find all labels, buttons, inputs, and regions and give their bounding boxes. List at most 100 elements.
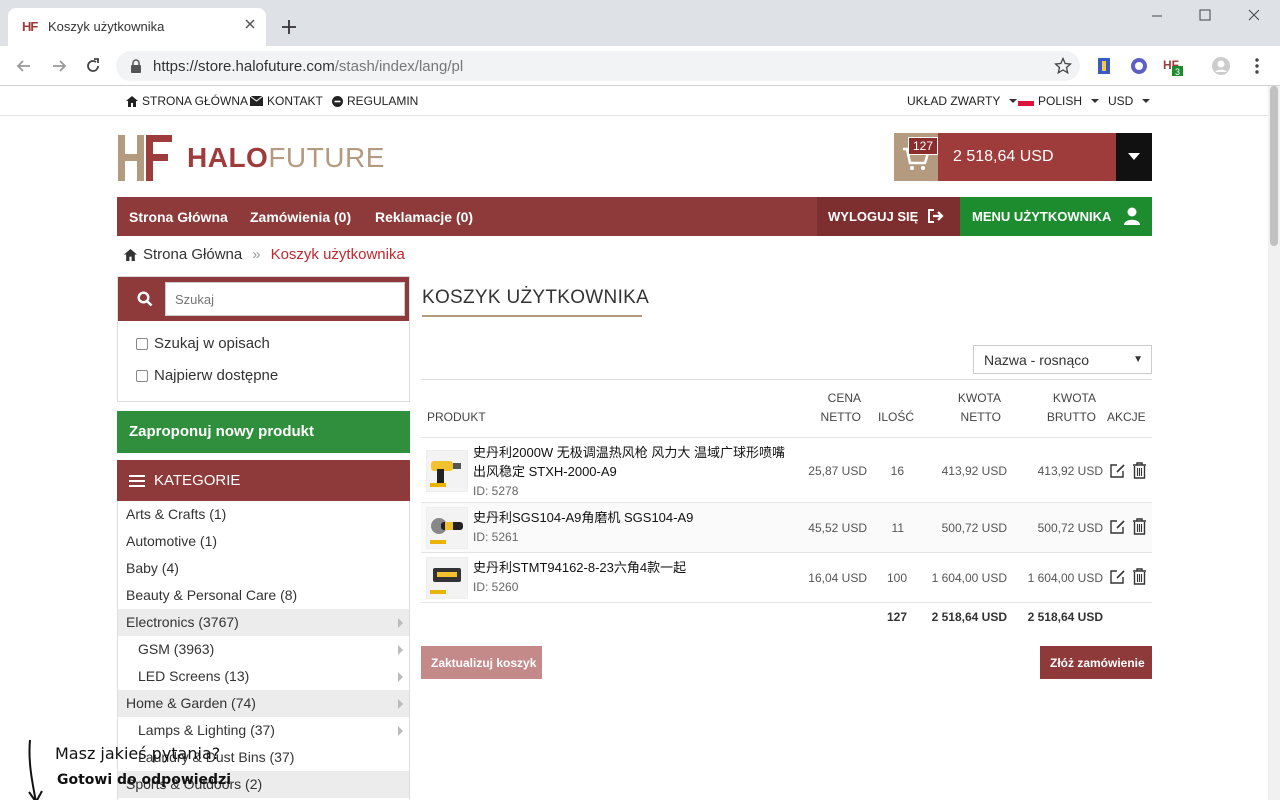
reload-icon[interactable]: [83, 56, 103, 76]
site-logo[interactable]: HALOFUTURE: [116, 135, 385, 181]
category-label: Automotive (1): [126, 533, 218, 549]
bookmark-star-icon[interactable]: [1054, 57, 1072, 75]
nav-home[interactable]: Strona Główna: [129, 209, 228, 225]
suggest-product-button[interactable]: Zaproponuj nowy produkt: [117, 411, 410, 453]
nav-orders[interactable]: Zamówienia (0): [250, 209, 351, 225]
top-link-contact[interactable]: KONTAKT: [250, 94, 323, 108]
category-item[interactable]: Arts & Crafts (1): [118, 501, 409, 528]
sort-select[interactable]: Nazwa - rosnąco ▼: [973, 345, 1152, 374]
edit-icon[interactable]: [1109, 568, 1126, 585]
net-amount: 1 604,00 USD: [931, 571, 1007, 585]
total-gross: 2 518,64 USD: [1027, 610, 1103, 624]
checkbox-icon[interactable]: [136, 337, 148, 350]
category-item[interactable]: GSM (3963): [118, 636, 409, 663]
checkbox-icon[interactable]: [136, 369, 148, 382]
address-bar[interactable]: https://store.halofuture.com/stash/index…: [116, 51, 1080, 81]
hex-key-set-product-image: [430, 568, 461, 594]
update-cart-button[interactable]: Zaktualizuj koszyk: [421, 646, 542, 679]
chat-answer: Gotowi do odpowiedzi: [57, 772, 232, 788]
logout-label: WYLOGUJ SIĘ: [828, 209, 919, 224]
web-page: STRONA GŁÓWNA KONTAKT REGULAMIN UKŁAD ZW…: [0, 86, 1268, 800]
category-item[interactable]: LED Screens (13): [118, 663, 409, 690]
arrow-down-icon: [28, 739, 43, 800]
cart-total: 2 518,64 USD: [953, 148, 1054, 165]
cart-count-badge: 127: [908, 137, 939, 155]
trash-icon[interactable]: [1132, 568, 1147, 585]
language-dropdown[interactable]: POLISH: [1018, 94, 1100, 108]
product-name[interactable]: 史丹利2000W 无极调温热风枪 风力大 温域广球形喷嘴: [473, 443, 785, 462]
sign-out-icon: [928, 209, 944, 223]
place-order-button[interactable]: Złóż zamówienie: [1040, 646, 1152, 679]
available-first-checkbox[interactable]: Najpierw dostępne: [136, 367, 278, 384]
quantity[interactable]: 100: [876, 571, 907, 585]
sidebar-search-panel: Szukaj w opisach Najpierw dostępne: [117, 276, 410, 402]
category-item[interactable]: Baby (4): [118, 555, 409, 582]
header-net-line1: KWOTA: [957, 391, 1001, 405]
breadcrumb-home[interactable]: Strona Główna: [143, 246, 242, 263]
category-item[interactable]: Home & Garden (74): [118, 690, 409, 717]
category-item[interactable]: Automotive (1): [118, 528, 409, 555]
header-gross-line2: BRUTTO: [1046, 410, 1096, 424]
scrollbar-thumb[interactable]: [1270, 86, 1278, 246]
logout-button[interactable]: WYLOGUJ SIĘ: [817, 197, 960, 236]
category-item[interactable]: Electronics (3767): [118, 609, 409, 636]
minimize-window-icon[interactable]: [1150, 8, 1164, 22]
browser-menu-icon[interactable]: [1247, 56, 1267, 76]
trash-icon[interactable]: [1132, 518, 1147, 535]
top-link-home[interactable]: STRONA GŁÓWNA: [126, 94, 248, 108]
tab-title: Koszyk użytkownika: [48, 19, 165, 34]
currency-dropdown[interactable]: USD: [1108, 94, 1151, 108]
product-name[interactable]: 史丹利SGS104-A9角磨机 SGS104-A9: [473, 508, 693, 527]
trash-icon[interactable]: [1132, 462, 1147, 479]
header-actions: AKCJE: [1107, 410, 1146, 424]
edit-icon[interactable]: [1109, 518, 1126, 535]
back-arrow-icon[interactable]: [14, 56, 34, 76]
product-thumbnail[interactable]: [426, 557, 468, 599]
search-in-descriptions-checkbox[interactable]: Szukaj w opisach: [136, 335, 270, 352]
close-window-icon[interactable]: [1247, 8, 1261, 22]
page-scrollbar[interactable]: [1268, 86, 1280, 800]
quantity[interactable]: 16: [876, 464, 904, 478]
cart-summary[interactable]: 127 2 518,64 USD: [894, 133, 1152, 181]
close-tab-icon[interactable]: [242, 16, 258, 32]
page-title: KOSZYK UŻYTKOWNIKA: [422, 287, 650, 308]
chat-widget[interactable]: Masz jakieś pytania? Gotowi do odpowiedz…: [22, 736, 272, 800]
product-name[interactable]: 史丹利STMT94162-8-23六角4款一起: [473, 558, 686, 577]
product-id: ID: 5260: [473, 580, 519, 594]
totals-row: 127 2 518,64 USD 2 518,64 USD: [421, 602, 1152, 632]
nav-complaints[interactable]: Reklamacje (0): [375, 209, 473, 225]
gross-amount: 500,72 USD: [1037, 521, 1103, 535]
product-thumbnail[interactable]: [426, 507, 468, 549]
product-thumbnail[interactable]: [426, 450, 468, 492]
chevron-right-icon: [398, 672, 403, 682]
category-label: Arts & Crafts (1): [126, 506, 227, 522]
header-price-line2: NETTO: [820, 410, 861, 424]
forward-arrow-icon[interactable]: [49, 56, 69, 76]
top-link-contact-label: KONTAKT: [267, 94, 323, 108]
quantity[interactable]: 11: [876, 521, 904, 535]
maximize-window-icon[interactable]: [1198, 8, 1212, 22]
currency-dropdown-label: USD: [1108, 94, 1134, 108]
product-name-line2[interactable]: 出风稳定 STXH-2000-A9: [473, 462, 617, 481]
profile-avatar-icon[interactable]: [1211, 56, 1231, 76]
extension-icon[interactable]: [1094, 56, 1114, 76]
browser-tab[interactable]: HF Koszyk użytkownika: [8, 8, 266, 46]
search-icon[interactable]: [137, 291, 153, 307]
category-item[interactable]: Beauty & Personal Care (8): [118, 582, 409, 609]
header-qty: ILOŚĆ: [877, 410, 914, 424]
chevron-down-icon: [1091, 99, 1100, 103]
halofuture-extension-icon[interactable]: HF3: [1163, 56, 1183, 76]
layout-dropdown[interactable]: UKŁAD ZWARTY: [907, 94, 1018, 108]
search-input[interactable]: [165, 282, 405, 316]
row-actions: [1109, 568, 1147, 585]
new-tab-icon[interactable]: [280, 18, 298, 36]
top-link-terms[interactable]: REGULAMIN: [332, 94, 418, 108]
chevron-down-icon: [1009, 99, 1018, 103]
sort-select-value: Nazwa - rosnąco: [984, 352, 1090, 368]
user-menu-button[interactable]: MENU UŻYTKOWNIKA: [960, 197, 1152, 236]
table-header: PRODUKT CENA NETTO ILOŚĆ KWOTA NETTO KWO…: [421, 379, 1152, 437]
extension-icon[interactable]: [1129, 56, 1149, 76]
cart-dropdown-toggle[interactable]: [1116, 133, 1152, 181]
edit-icon[interactable]: [1109, 462, 1126, 479]
browser-tab-bar: HF Koszyk użytkownika: [0, 0, 1280, 46]
